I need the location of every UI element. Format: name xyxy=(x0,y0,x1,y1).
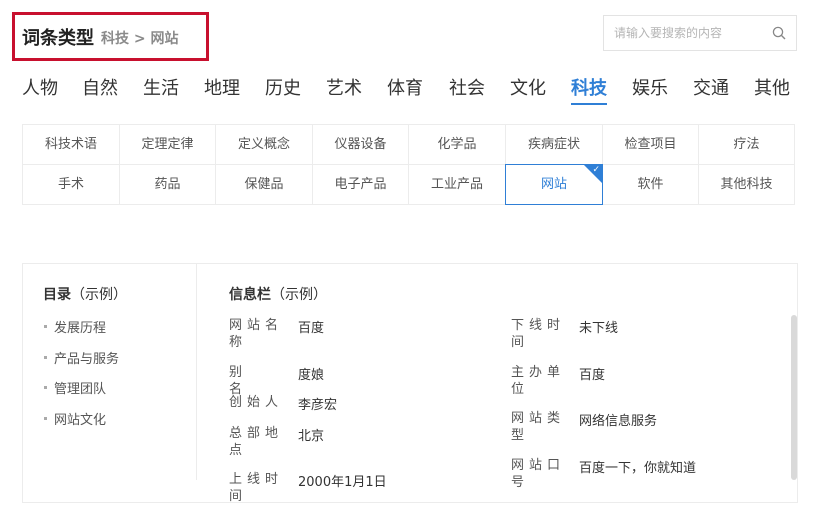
subcategory-item[interactable]: 保健品 xyxy=(216,165,313,205)
bullet-icon xyxy=(44,356,47,359)
subcategory-item[interactable]: 检查项目 xyxy=(603,125,699,165)
info-label: 创始人 xyxy=(229,395,284,410)
toc-item[interactable]: 发展历程 xyxy=(44,317,106,336)
category-tab[interactable]: 体育 xyxy=(387,74,423,100)
info-value: 李彦宏 xyxy=(298,398,338,413)
search-icon[interactable] xyxy=(772,26,786,40)
subcategory-item[interactable]: 定义概念 xyxy=(216,125,313,165)
category-tab[interactable]: 其他 xyxy=(754,74,790,100)
subcategory-item[interactable]: 工业产品 xyxy=(409,165,506,205)
subcategory-item[interactable]: 其他科技 xyxy=(699,165,795,205)
subcategory-item[interactable]: 科技术语 xyxy=(23,125,120,165)
active-tab-underline xyxy=(571,103,607,105)
scrollbar[interactable] xyxy=(791,315,797,480)
category-tab[interactable]: 生活 xyxy=(143,74,179,100)
info-label: 网站口号 xyxy=(511,458,566,490)
category-nav: 人物 自然 生活 地理 历史 艺术 体育 社会 文化 科技 娱乐 交通 其他 xyxy=(22,74,798,104)
subcategory-item[interactable]: 电子产品 xyxy=(313,165,409,205)
toc-item[interactable]: 管理团队 xyxy=(44,378,106,397)
category-tab-active[interactable]: 科技 xyxy=(571,74,607,100)
subcategory-item[interactable]: 手术 xyxy=(23,165,120,205)
subcategory-item[interactable]: 药品 xyxy=(120,165,216,205)
category-tab[interactable]: 人物 xyxy=(22,74,58,100)
category-tab[interactable]: 交通 xyxy=(693,74,729,100)
subcategory-grid: 科技术语 定理定律 定义概念 仪器设备 化学品 疾病症状 检查项目 疗法 手术 … xyxy=(22,124,795,205)
bullet-icon xyxy=(44,417,47,420)
search-input[interactable] xyxy=(614,16,764,50)
info-value: 百度 xyxy=(579,368,606,383)
category-tab[interactable]: 文化 xyxy=(510,74,546,100)
page-title: 词条类型 xyxy=(22,28,94,49)
bullet-icon xyxy=(44,325,47,328)
info-value: 2000年1月1日 xyxy=(298,475,387,490)
category-tab[interactable]: 自然 xyxy=(82,74,118,100)
subcategory-item-active[interactable]: 网站 ✓ xyxy=(505,164,603,205)
subcategory-label: 网站 xyxy=(540,177,567,192)
info-label: 总部地点 xyxy=(229,426,284,458)
subcategory-item[interactable]: 定理定律 xyxy=(120,125,216,165)
subcategory-item[interactable]: 仪器设备 xyxy=(313,125,409,165)
panel-divider xyxy=(196,264,197,480)
info-label: 网站名称 xyxy=(229,318,284,350)
category-tab[interactable]: 历史 xyxy=(265,74,301,100)
category-tab[interactable]: 社会 xyxy=(449,74,485,100)
info-value: 度娘 xyxy=(298,368,325,383)
category-tab[interactable]: 娱乐 xyxy=(632,74,668,100)
info-value: 网络信息服务 xyxy=(579,414,658,429)
info-label: 上线时间 xyxy=(229,472,284,504)
info-value: 北京 xyxy=(298,429,325,444)
toc-title: 目录（示例） xyxy=(43,287,127,303)
category-tab[interactable]: 地理 xyxy=(204,74,240,100)
subcategory-item[interactable]: 疗法 xyxy=(699,125,795,165)
subcategory-item[interactable]: 化学品 xyxy=(409,125,506,165)
info-label: 主办单位 xyxy=(511,365,566,397)
bullet-icon xyxy=(44,386,47,389)
category-tab[interactable]: 艺术 xyxy=(326,74,362,100)
toc-item[interactable]: 产品与服务 xyxy=(44,348,119,367)
search-box[interactable] xyxy=(603,15,797,51)
info-value: 百度一下，你就知道 xyxy=(579,461,697,476)
subcategory-item[interactable]: 疾病症状 xyxy=(506,125,603,165)
info-value: 未下线 xyxy=(579,321,619,336)
info-label: 下线时间 xyxy=(511,318,566,350)
info-label: 网站类型 xyxy=(511,411,566,443)
toc-item[interactable]: 网站文化 xyxy=(44,409,106,428)
info-label: 别名 xyxy=(229,365,263,397)
info-value: 百度 xyxy=(298,321,325,336)
subcategory-item[interactable]: 软件 xyxy=(603,165,699,205)
check-icon: ✓ xyxy=(592,165,600,175)
infobox-title: 信息栏（示例） xyxy=(229,287,327,303)
breadcrumb[interactable]: 科技 > 网站 xyxy=(101,28,178,48)
